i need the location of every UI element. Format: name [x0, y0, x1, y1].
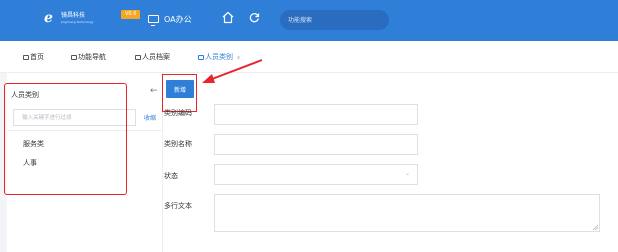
logo-text: 镜昌科技 [61, 12, 86, 19]
tab-label: 人员档案 [142, 53, 170, 61]
folder-icon [23, 55, 29, 60]
logo-icon: ℯ [44, 10, 53, 26]
chevron-down-icon: ⌄ [404, 170, 410, 177]
multiline-label: 多行文本 [164, 202, 192, 210]
folder-icon [198, 55, 204, 60]
tab-bar: 首页 功能导航 人员档案 人员类别 x [0, 41, 618, 73]
side-strip [0, 73, 7, 252]
tab-personnel-category[interactable]: 人员类别 x [198, 41, 240, 73]
home-icon[interactable] [222, 11, 234, 24]
tree-filter-input[interactable] [13, 109, 136, 126]
sidebar-divider [7, 130, 162, 131]
monitor-icon [148, 15, 159, 26]
version-badge: V0.0 [121, 10, 141, 19]
multiline-textarea[interactable] [214, 194, 600, 232]
refresh-icon[interactable] [249, 12, 260, 23]
logo-subtitle: Jingchang Technology [61, 20, 94, 24]
main-divider [162, 73, 163, 252]
code-label: 类别编码 [164, 109, 192, 117]
tab-function-nav[interactable]: 功能导航 [71, 41, 106, 73]
status-select[interactable]: ⌄ [214, 164, 418, 185]
arrow-left-icon[interactable]: ← [150, 86, 158, 96]
collapse-link[interactable]: 收缩 [144, 113, 156, 122]
tab-label: 首页 [30, 53, 44, 61]
folder-icon [135, 55, 141, 60]
category-code-input[interactable] [214, 104, 418, 125]
tab-label: 人员类别 [205, 53, 233, 61]
folder-icon [71, 55, 77, 60]
add-button[interactable]: 新增 [166, 80, 194, 98]
tree-item-hr[interactable]: 人事 [23, 158, 37, 168]
status-label: 状态 [164, 172, 178, 180]
name-label: 类别名称 [164, 140, 192, 148]
category-sidebar: 人员类别 ← 收缩 服务类 人事 [7, 82, 162, 252]
top-header: ℯ 镜昌科技 Jingchang Technology V0.0 OA办公 [0, 0, 618, 41]
oa-nav-link[interactable]: OA办公 [148, 11, 192, 27]
oa-nav-label: OA办公 [164, 14, 192, 24]
tab-close-icon[interactable]: x [237, 55, 240, 61]
tab-personnel-archive[interactable]: 人员档案 [135, 41, 170, 73]
category-name-input[interactable] [214, 134, 418, 155]
sidebar-title: 人员类别 [11, 91, 39, 99]
function-search-input[interactable] [280, 10, 389, 30]
tab-home[interactable]: 首页 [23, 41, 44, 73]
tab-label: 功能导航 [78, 53, 106, 61]
tree-item-service[interactable]: 服务类 [23, 139, 44, 149]
